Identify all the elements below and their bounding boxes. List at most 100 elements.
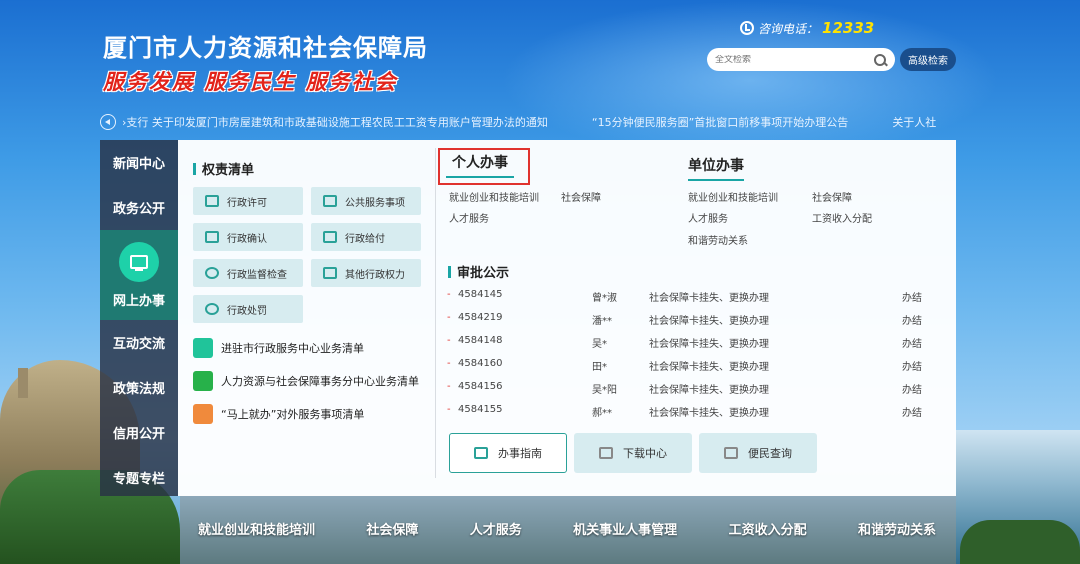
- speaker-icon: [100, 114, 116, 130]
- unit-link-talent[interactable]: 人才服务: [688, 210, 728, 225]
- rights-button-confirmation[interactable]: 行政确认: [193, 223, 303, 251]
- table-row[interactable]: - 4584148 吴* 社会保障卡挂失、更换办理 办结: [447, 335, 927, 353]
- link-service-center-list[interactable]: 进驻市行政服务中心业务清单: [193, 338, 364, 358]
- personal-link-employment[interactable]: 就业创业和技能培训: [449, 189, 539, 204]
- row-bullet: -: [447, 312, 451, 323]
- row-name: 吴*: [592, 339, 607, 350]
- button-label: 办事指南: [498, 447, 542, 460]
- hotline-number: 12333: [822, 19, 875, 37]
- magnifier-icon: [205, 267, 219, 279]
- section-title-text: 审批公示: [457, 266, 510, 281]
- bottom-nav-personnel[interactable]: 机关事业人事管理: [573, 519, 677, 538]
- table-row[interactable]: - 4584219 潘** 社会保障卡挂失、更换办理 办结: [447, 312, 927, 330]
- row-name: 田*: [592, 362, 607, 373]
- advanced-search-button[interactable]: 高级检索: [900, 48, 956, 71]
- link-label: 进驻市行政服务中心业务清单: [221, 342, 364, 355]
- ticker-item[interactable]: ›支行 关于印发厦门市房屋建筑和市政基础设施工程农民工工资专用账户管理办法的通知: [122, 114, 548, 130]
- nav-item-government-affairs[interactable]: 政务公开: [100, 185, 178, 230]
- nav-item-credit[interactable]: 信用公开: [100, 410, 178, 455]
- rights-button-public-service[interactable]: 公共服务事项: [311, 187, 421, 215]
- row-name: 吴*阳: [592, 385, 617, 396]
- unit-link-social-security[interactable]: 社会保障: [812, 189, 852, 204]
- table-row[interactable]: - 4584155 郝** 社会保障卡挂失、更换办理 办结: [447, 404, 927, 422]
- ticker-item[interactable]: 关于人社: [892, 114, 936, 130]
- search-box: [707, 48, 895, 71]
- button-label: 公共服务事项: [345, 197, 405, 209]
- document-dollar-icon: [193, 371, 213, 391]
- row-status: 办结: [902, 316, 922, 327]
- hotline: 咨询电话： 12333: [740, 19, 874, 37]
- row-status: 办结: [902, 385, 922, 396]
- clipboard-icon: [193, 404, 213, 424]
- nav-item-online-services[interactable]: 网上办事: [100, 230, 178, 320]
- bottom-nav-talent[interactable]: 人才服务: [470, 519, 522, 538]
- rights-button-other-power[interactable]: 其他行政权力: [311, 259, 421, 287]
- bottom-nav-employment[interactable]: 就业创业和技能培训: [198, 519, 315, 538]
- row-name: 郝**: [592, 408, 612, 419]
- link-immediate-service-list[interactable]: “马上就办”对外服务事项清单: [193, 404, 364, 424]
- download-center-button[interactable]: 下载中心: [574, 433, 692, 473]
- rights-button-supervision[interactable]: 行政监督检查: [193, 259, 303, 287]
- unit-link-wage[interactable]: 工资收入分配: [812, 210, 872, 225]
- row-bullet: -: [447, 358, 451, 369]
- personal-link-talent[interactable]: 人才服务: [449, 210, 489, 225]
- link-label: 人力资源与社会保障事务分中心业务清单: [221, 375, 419, 388]
- row-name: 潘**: [592, 316, 612, 327]
- table-row[interactable]: - 4584156 吴*阳 社会保障卡挂失、更换办理 办结: [447, 381, 927, 399]
- row-item: 社会保障卡挂失、更换办理: [649, 408, 769, 419]
- guide-button[interactable]: 办事指南: [449, 433, 567, 473]
- unit-link-employment[interactable]: 就业创业和技能培训: [688, 189, 778, 204]
- nav-item-label: 网上办事: [112, 293, 165, 309]
- row-number: 4584148: [458, 335, 503, 346]
- nav-item-policies[interactable]: 政策法规: [100, 365, 178, 410]
- background-trees-right: [960, 520, 1080, 564]
- rights-list-title: 权责清单: [193, 159, 254, 178]
- table-row[interactable]: - 4584160 田* 社会保障卡挂失、更换办理 办结: [447, 358, 927, 376]
- bottom-nav-social-security[interactable]: 社会保障: [366, 519, 418, 538]
- rights-button-license[interactable]: 行政许可: [193, 187, 303, 215]
- personal-link-social-security[interactable]: 社会保障: [561, 189, 601, 204]
- button-label: 行政给付: [345, 233, 385, 245]
- query-icon: [724, 447, 738, 459]
- ticker-item[interactable]: “15分钟便民服务圈”首批窗口前移事项开始办理公告: [592, 114, 848, 130]
- row-bullet: -: [447, 381, 451, 392]
- column-divider: [435, 148, 436, 478]
- bottom-nav-labor-relations[interactable]: 和谐劳动关系: [858, 519, 936, 538]
- tab-personal-services[interactable]: 个人办事: [446, 152, 514, 178]
- wallet-icon: [323, 231, 337, 243]
- section-title-text: 权责清单: [202, 163, 255, 178]
- hotline-label: 咨询电话：: [758, 21, 819, 36]
- row-status: 办结: [902, 362, 922, 373]
- slogan: 服务发展 服务民生 服务社会: [103, 70, 398, 94]
- link-sub-center-list[interactable]: 人力资源与社会保障事务分中心业务清单: [193, 371, 419, 391]
- button-label: 便民查询: [748, 447, 792, 460]
- unit-link-labor-relations[interactable]: 和谐劳动关系: [688, 232, 748, 247]
- search-icon[interactable]: [873, 53, 887, 67]
- row-number: 4584155: [458, 404, 503, 415]
- download-icon: [599, 447, 613, 459]
- row-status: 办结: [902, 293, 922, 304]
- nav-item-topics[interactable]: 专题专栏: [100, 455, 178, 500]
- bottom-nav-wage[interactable]: 工资收入分配: [729, 519, 807, 538]
- button-label: 行政处罚: [227, 305, 267, 317]
- approval-title: 审批公示: [448, 262, 509, 281]
- left-nav: 新闻中心 政务公开 网上办事 互动交流 政策法规 信用公开 专题专栏: [100, 140, 178, 496]
- row-item: 社会保障卡挂失、更换办理: [649, 316, 769, 327]
- building-icon: [193, 338, 213, 358]
- row-number: 4584160: [458, 358, 503, 369]
- notice-ticker: ›支行 关于印发厦门市房屋建筑和市政基础设施工程农民工工资专用账户管理办法的通知…: [100, 112, 956, 132]
- button-label: 其他行政权力: [345, 269, 405, 281]
- site-title: 厦门市人力资源和社会保障局: [103, 34, 428, 62]
- monitor-icon: [119, 241, 159, 282]
- row-bullet: -: [447, 404, 451, 415]
- tab-unit-services[interactable]: 单位办事: [688, 155, 744, 181]
- search-input[interactable]: [715, 54, 873, 65]
- convenience-query-button[interactable]: 便民查询: [699, 433, 817, 473]
- nav-item-news[interactable]: 新闻中心: [100, 140, 178, 185]
- table-row[interactable]: - 4584145 曾*淑 社会保障卡挂失、更换办理 办结: [447, 289, 927, 307]
- rights-button-payment[interactable]: 行政给付: [311, 223, 421, 251]
- row-status: 办结: [902, 408, 922, 419]
- nav-item-interaction[interactable]: 互动交流: [100, 320, 178, 365]
- penalty-icon: [205, 303, 219, 315]
- rights-button-penalty[interactable]: 行政处罚: [193, 295, 303, 323]
